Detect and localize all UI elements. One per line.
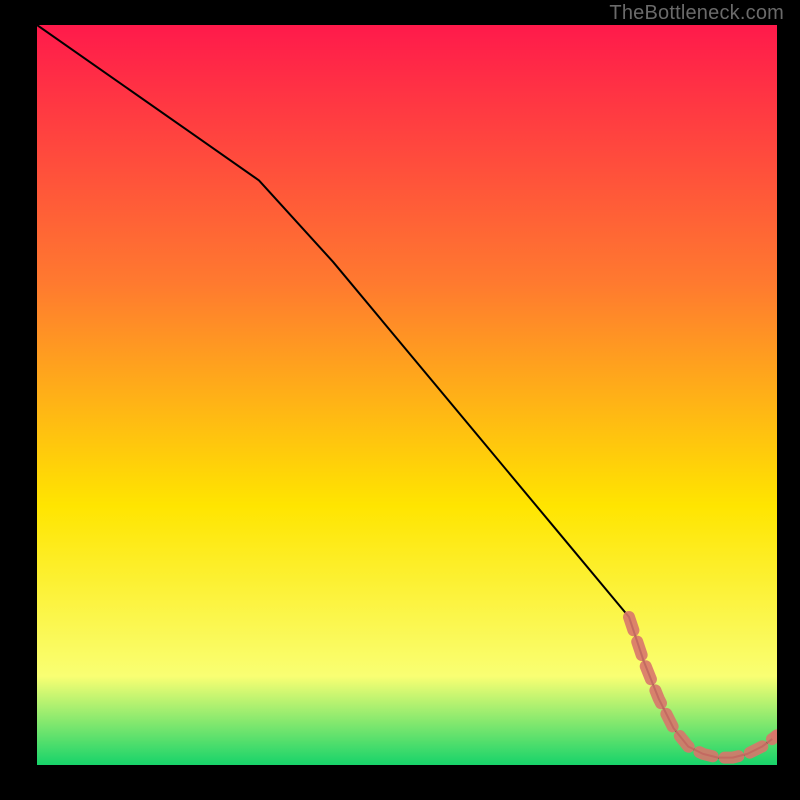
plot-svg xyxy=(37,25,777,765)
plot-area xyxy=(37,25,777,765)
gradient-background xyxy=(37,25,777,765)
chart-frame: TheBottleneck.com xyxy=(0,0,800,800)
watermark-text: TheBottleneck.com xyxy=(609,2,784,25)
